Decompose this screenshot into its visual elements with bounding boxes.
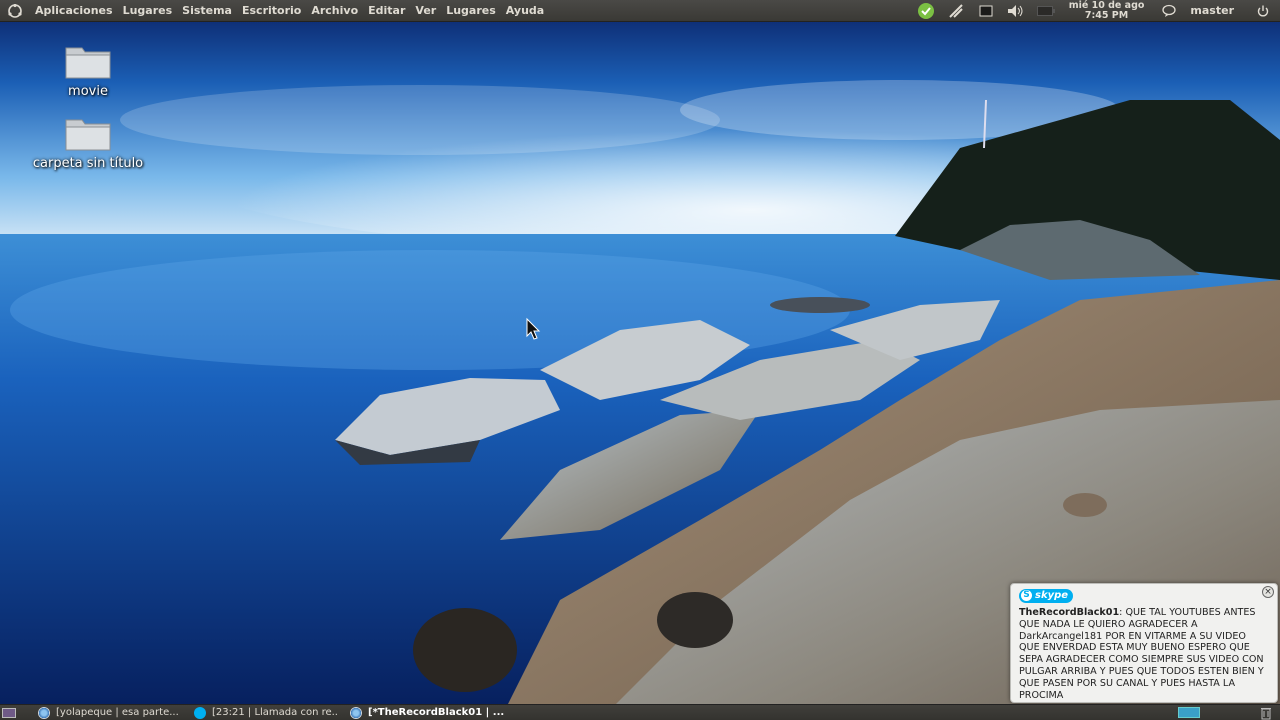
chromium-icon xyxy=(350,706,362,719)
window-icon[interactable] xyxy=(975,0,997,22)
notification-message: TheRecordBlack01: QUE TAL YOUTUBES ANTES… xyxy=(1019,607,1269,701)
notification-text: : QUE TAL YOUTUBES ANTES QUE NADA LE QUI… xyxy=(1019,607,1264,701)
menu-ayuda[interactable]: Ayuda xyxy=(501,0,549,22)
menu-archivo[interactable]: Archivo xyxy=(306,0,363,22)
top-panel: Aplicaciones Lugares Sistema Escritorio … xyxy=(0,0,1280,22)
chromium-icon xyxy=(38,706,50,719)
menu-sistema[interactable]: Sistema xyxy=(177,0,237,22)
menu-lugares[interactable]: Lugares xyxy=(118,0,178,22)
skype-logo-icon: Sskype xyxy=(1019,588,1074,603)
menu-escritorio[interactable]: Escritorio xyxy=(237,0,306,22)
taskbar-item-label: [23:21 | Llamada con re... xyxy=(212,707,338,718)
close-icon[interactable]: × xyxy=(1262,586,1274,598)
chat-icon[interactable] xyxy=(1158,0,1180,22)
clock[interactable]: mié 10 de ago 7:45 PM xyxy=(1068,0,1145,21)
desktop-icon-movie[interactable]: movie xyxy=(23,44,153,99)
power-icon[interactable] xyxy=(1252,0,1274,22)
trash-icon[interactable] xyxy=(1260,706,1274,720)
folder-icon xyxy=(65,119,111,151)
taskbar-item-label: [*TheRecordBlack01 | ... xyxy=(368,707,504,718)
bottom-panel: [yolapeque | esa parte... [23:21 | Llama… xyxy=(0,704,1280,720)
network-icon[interactable] xyxy=(945,0,967,22)
clock-time: 7:45 PM xyxy=(1084,9,1129,21)
workspace-switcher[interactable] xyxy=(1178,707,1200,718)
notification-sender: TheRecordBlack01 xyxy=(1019,607,1120,618)
clock-date: mié 10 de ago xyxy=(1068,0,1145,11)
menu-lugares-2[interactable]: Lugares xyxy=(441,0,501,22)
skype-icon xyxy=(194,706,206,719)
taskbar-item[interactable]: [yolapeque | esa parte... xyxy=(32,705,182,720)
menu-aplicaciones[interactable]: Aplicaciones xyxy=(30,0,118,22)
folder-icon xyxy=(65,47,111,79)
skype-logo-text: skype xyxy=(1035,590,1069,601)
menu-editar[interactable]: Editar xyxy=(363,0,410,22)
notification-header: Sskype xyxy=(1019,588,1269,603)
skype-status-icon[interactable] xyxy=(915,0,937,22)
desktop-icon-label: carpeta sin título xyxy=(32,156,144,171)
volume-icon[interactable] xyxy=(1005,0,1027,22)
battery-icon[interactable] xyxy=(1035,0,1057,22)
skype-notification[interactable]: Sskype × TheRecordBlack01: QUE TAL YOUTU… xyxy=(1010,583,1278,703)
ubuntu-logo-icon[interactable] xyxy=(6,2,24,20)
menu-ver[interactable]: Ver xyxy=(410,0,441,22)
desktop-icon-label: movie xyxy=(68,84,108,99)
taskbar-item[interactable]: [23:21 | Llamada con re... xyxy=(188,705,338,720)
taskbar-item-label: [yolapeque | esa parte... xyxy=(56,707,179,718)
taskbar-item-active[interactable]: [*TheRecordBlack01 | ... xyxy=(344,705,504,720)
show-desktop-icon[interactable] xyxy=(0,705,18,720)
desktop-icon-carpeta-sin-titulo[interactable]: carpeta sin título xyxy=(23,116,153,171)
user-name[interactable]: master xyxy=(1190,4,1234,17)
